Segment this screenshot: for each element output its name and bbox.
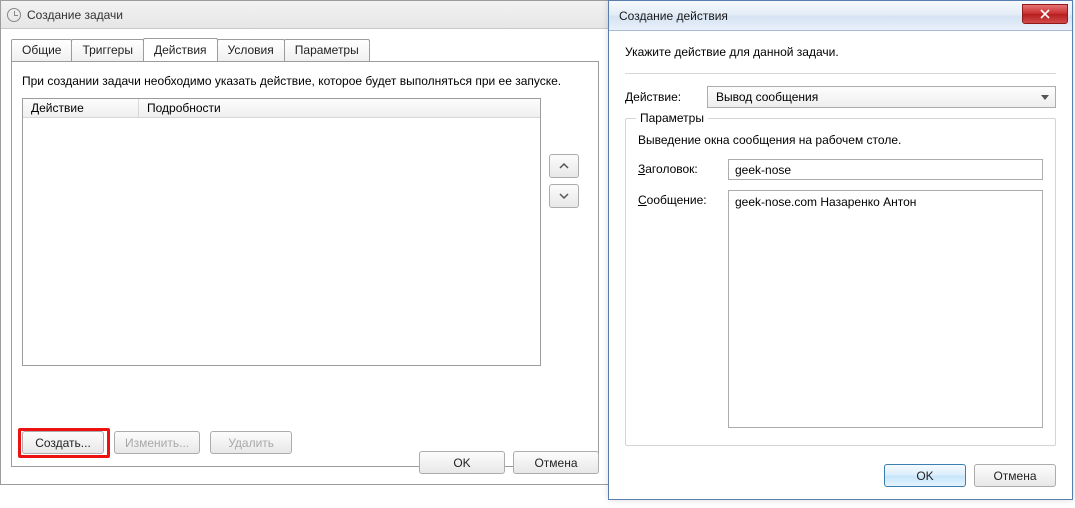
action-ok-button[interactable]: OK	[884, 464, 966, 487]
header-label: Заголовок:	[638, 159, 728, 176]
task-ok-button[interactable]: OK	[419, 451, 505, 474]
action-prompt: Укажите действие для данной задачи.	[625, 45, 1056, 59]
message-label: Сообщение:	[638, 190, 728, 207]
task-dialog-title: Создание задачи	[27, 8, 123, 22]
actions-tab-panel: При создании задачи необходимо указать д…	[11, 61, 599, 467]
tab-conditions[interactable]: Условия	[217, 39, 285, 61]
parameters-legend: Параметры	[636, 111, 708, 125]
chevron-down-icon	[559, 191, 569, 201]
tab-actions[interactable]: Действия	[143, 38, 218, 62]
create-action-button[interactable]: Создать...	[22, 431, 104, 454]
edit-action-button[interactable]: Изменить...	[114, 431, 200, 454]
task-dialog-titlebar[interactable]: Создание задачи	[1, 1, 609, 29]
tabstrip: Общие Триггеры Действия Условия Параметр…	[11, 37, 599, 61]
create-task-dialog: Создание задачи Общие Триггеры Действия …	[0, 0, 610, 485]
tab-triggers[interactable]: Триггеры	[71, 39, 144, 61]
delete-action-button[interactable]: Удалить	[210, 431, 292, 454]
close-button[interactable]	[1022, 4, 1068, 24]
col-action[interactable]: Действие	[23, 99, 139, 117]
chevron-up-icon	[559, 161, 569, 171]
header-input[interactable]	[728, 159, 1043, 180]
divider	[625, 73, 1056, 74]
tab-common[interactable]: Общие	[11, 39, 72, 61]
action-dialog-title: Создание действия	[619, 9, 728, 23]
tab-params[interactable]: Параметры	[284, 39, 370, 61]
message-textarea[interactable]	[728, 190, 1043, 428]
col-details[interactable]: Подробности	[139, 99, 540, 117]
listview-header: Действие Подробности	[23, 99, 540, 118]
action-type-value: Вывод сообщения	[716, 90, 818, 104]
action-type-label: Действие:	[625, 90, 707, 104]
task-cancel-button[interactable]: Отмена	[513, 451, 599, 474]
action-dialog-titlebar[interactable]: Создание действия	[609, 1, 1072, 31]
create-action-dialog: Создание действия Укажите действие для д…	[608, 0, 1073, 500]
clock-icon	[7, 8, 21, 22]
instruction-text: При создании задачи необходимо указать д…	[22, 74, 588, 88]
action-cancel-button[interactable]: Отмена	[974, 464, 1056, 487]
action-type-combobox[interactable]: Вывод сообщения	[707, 86, 1056, 108]
move-down-button[interactable]	[549, 184, 579, 208]
actions-listview[interactable]: Действие Подробности	[22, 98, 541, 366]
chevron-down-icon	[1041, 95, 1049, 100]
close-icon	[1040, 9, 1050, 19]
move-up-button[interactable]	[549, 154, 579, 178]
parameters-group: Параметры Выведение окна сообщения на ра…	[625, 118, 1056, 446]
parameters-description: Выведение окна сообщения на рабочем стол…	[638, 133, 1043, 147]
